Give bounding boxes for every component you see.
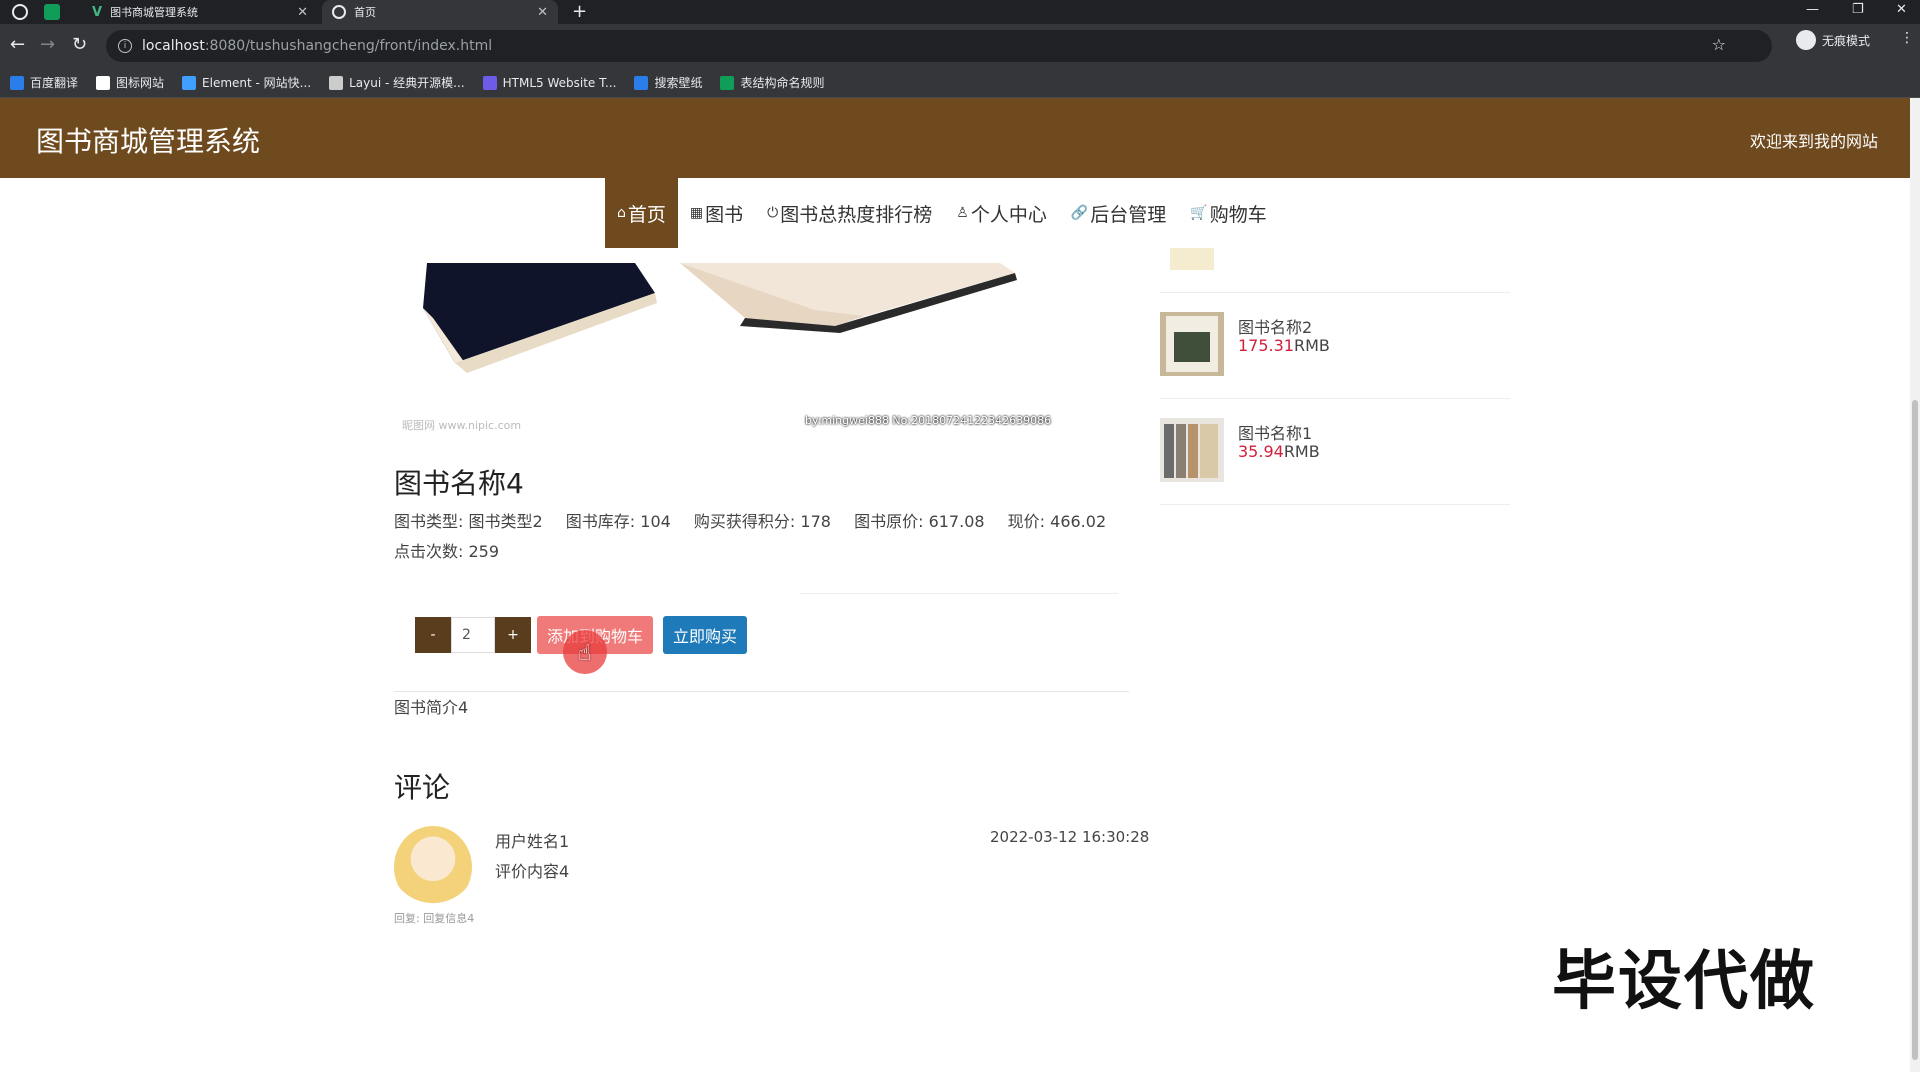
vue-icon: V [92, 4, 103, 20]
book-thumbnail [1160, 418, 1224, 482]
bookmark-item[interactable]: 表结构命名规则 [720, 74, 824, 91]
divider [1160, 398, 1510, 399]
element-icon [182, 75, 197, 90]
book-name: 图书名称2 [1238, 318, 1313, 337]
plus-button[interactable]: + [495, 617, 531, 653]
recommended-thumb-partial[interactable] [1170, 248, 1214, 270]
book-price: 175.31RMB [1238, 336, 1330, 355]
profile-button[interactable]: 无痕模式 [1796, 30, 1870, 50]
minimize-icon[interactable]: — [1806, 2, 1819, 17]
image-watermark-left: 昵图网 www.nipic.com [402, 419, 522, 432]
tab-admin-system[interactable]: V 图书商城管理系统 ✕ [82, 0, 318, 24]
kebab-menu-icon[interactable]: ⋮ [1900, 30, 1914, 46]
book-intro: 图书简介4 [394, 698, 469, 717]
bookmark-star-icon[interactable]: ☆ [1712, 35, 1726, 54]
quantity-input[interactable] [451, 617, 495, 653]
nav-books[interactable]: ▦ 图书 [678, 178, 755, 248]
nav-profile[interactable]: ♙ 个人中心 [944, 178, 1059, 248]
buy-now-button[interactable]: 立即购买 [663, 616, 747, 654]
comments-title: 评论 [394, 771, 451, 804]
recommended-book[interactable]: 图书名称1 35.94RMB [1160, 418, 1510, 508]
overlay-watermark-text: 毕设代做 [1552, 945, 1816, 1019]
html5-icon [482, 75, 497, 90]
book-price: 35.94RMB [1238, 442, 1320, 461]
divider [394, 691, 1129, 692]
hand-cursor-icon: ☝ [578, 641, 592, 666]
minus-button[interactable]: - [415, 617, 451, 653]
user-icon: ♙ [956, 205, 969, 221]
site-title: 图书商城管理系统 [36, 125, 261, 158]
bookmark-item[interactable]: 图标网站 [96, 74, 164, 91]
avatar [394, 826, 472, 908]
site-header: 图书商城管理系统 欢迎来到我的网站 [0, 98, 1910, 178]
forward-icon[interactable]: → [40, 34, 55, 55]
recommended-book[interactable]: 图书名称2 175.31RMB [1160, 312, 1510, 402]
window-close-icon[interactable]: ✕ [1896, 2, 1907, 17]
url-path: :8080/tushushangcheng/front/index.html [204, 38, 493, 54]
close-icon[interactable]: ✕ [297, 5, 308, 20]
info-icon[interactable]: i [118, 39, 132, 53]
address-bar[interactable]: i localhost:8080/tushushangcheng/front/i… [106, 30, 1772, 62]
power-icon: ⏻ [767, 205, 779, 221]
new-tab-icon[interactable]: + [572, 1, 587, 22]
globe-icon [332, 5, 346, 19]
comment-user: 用户姓名1 [495, 832, 570, 851]
comment-content: 评价内容4 [495, 862, 570, 881]
tab-title: 图书商城管理系统 [110, 6, 199, 19]
tab-title: 首页 [354, 6, 376, 19]
wallpaper-icon [634, 75, 649, 90]
scrollbar-thumb[interactable] [1912, 400, 1918, 1060]
nav-home[interactable]: ⌂ 首页 [605, 178, 678, 248]
bookmarks-bar: 百度翻译 图标网站 Element - 网站快... Layui - 经典开源模… [0, 68, 1920, 98]
translate-icon [10, 75, 24, 90]
home-icon: ⌂ [617, 205, 626, 221]
book-name: 图书名称1 [1238, 424, 1313, 443]
incognito-icon [1796, 30, 1816, 50]
chrome-globe-icon[interactable] [12, 4, 28, 20]
bookmark-item[interactable]: 搜索壁纸 [634, 74, 702, 91]
nav-admin[interactable]: 🔗 后台管理 [1059, 178, 1178, 248]
nav-cart[interactable]: 🛒 购物车 [1178, 178, 1278, 248]
divider [1160, 292, 1510, 293]
back-icon[interactable]: ← [10, 34, 25, 55]
tab-home[interactable]: 首页 ✕ [322, 0, 558, 24]
browser-tab-bar: V 图书商城管理系统 ✕ 首页 ✕ + — ❐ ✕ [0, 0, 1920, 24]
flag-icon [96, 75, 111, 90]
main-nav: ⌂ 首页 ▦ 图书 ⏻ 图书总热度排行榜 ♙ 个人中心 🔗 后台管理 🛒 购物车 [605, 178, 1279, 248]
image-watermark-right: by:mingwei888 No:20180724122342639086 [805, 414, 1052, 427]
book-title: 图书名称4 [394, 467, 524, 500]
link-icon: 🔗 [1070, 205, 1089, 221]
cart-icon: 🛒 [1190, 205, 1208, 221]
restore-icon[interactable]: ❐ [1852, 2, 1864, 17]
book-info: 图书类型: 图书类型2 图书库存: 104 购买获得积分: 178 图书原价: … [394, 512, 1107, 561]
grid-icon: ▦ [689, 205, 704, 221]
url-host: localhost [142, 38, 205, 54]
bookmark-item[interactable]: HTML5 Website T... [482, 75, 616, 90]
divider [1160, 504, 1510, 505]
welcome-text: 欢迎来到我的网站 [1749, 132, 1878, 151]
browser-toolbar: ← → ↻ i localhost:8080/tushushangcheng/f… [0, 24, 1920, 68]
divider [800, 593, 1118, 594]
nav-ranking[interactable]: ⏻ 图书总热度排行榜 [755, 178, 944, 248]
comment-reply: 回复: 回复信息4 [394, 912, 475, 925]
layui-icon [329, 75, 344, 90]
sheet-icon [720, 75, 735, 90]
book-cover-image [423, 263, 1017, 373]
reload-icon[interactable]: ↻ [72, 34, 87, 55]
comment-time: 2022-03-12 16:30:28 [990, 828, 1150, 846]
profile-label: 无痕模式 [1822, 33, 1871, 48]
bookmark-item[interactable]: Element - 网站快... [182, 74, 311, 91]
book-thumbnail [1160, 312, 1224, 376]
close-icon[interactable]: ✕ [537, 5, 548, 20]
pinned-sheet-icon[interactable] [44, 4, 60, 20]
bookmark-item[interactable]: Layui - 经典开源模... [329, 74, 465, 91]
bookmark-item[interactable]: 百度翻译 [10, 74, 78, 91]
